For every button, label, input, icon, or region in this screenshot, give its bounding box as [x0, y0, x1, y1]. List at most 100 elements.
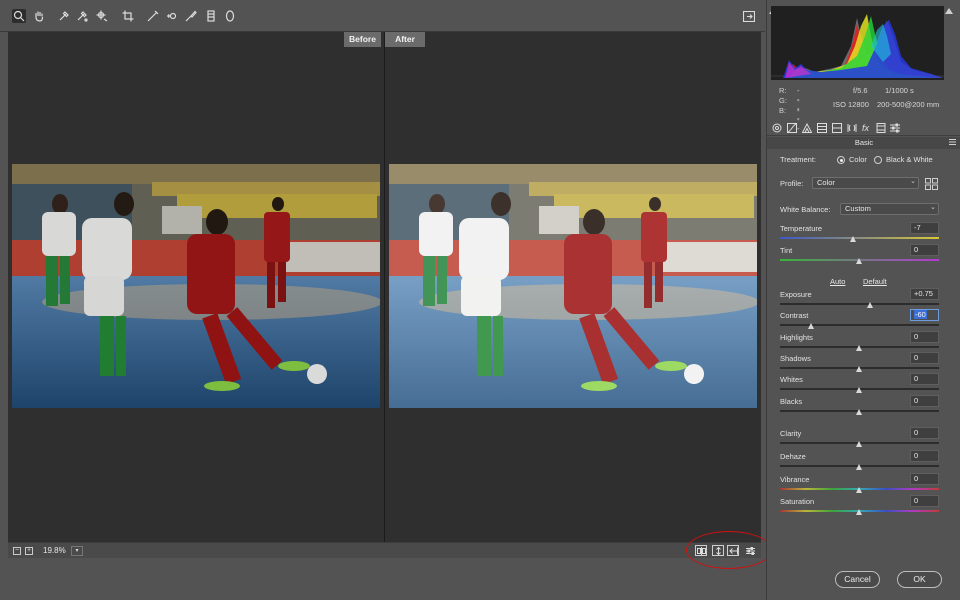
contrast-slider-track[interactable] — [780, 324, 939, 326]
white-balance-label: White Balance: — [780, 205, 831, 214]
exposure-slider-thumb[interactable] — [867, 302, 874, 308]
profile-label: Profile: — [780, 179, 804, 188]
before-photo[interactable] — [12, 164, 380, 408]
color-sampler-icon[interactable] — [75, 9, 89, 23]
section-title: Basic — [767, 137, 960, 149]
status-bar: − + 19.8% ▾ — [8, 542, 761, 558]
saturation-slider-thumb[interactable] — [856, 509, 862, 515]
whites-label: Whites — [780, 375, 803, 384]
ok-button[interactable]: OK — [897, 571, 942, 588]
treatment-color-label[interactable]: Color — [849, 155, 867, 164]
split-toning-icon[interactable] — [831, 122, 842, 133]
treatment-label: Treatment: — [780, 155, 816, 164]
image-preview: Before After — [8, 32, 761, 542]
tint-value[interactable]: 0 — [910, 244, 939, 256]
lens-corrections-icon[interactable] — [846, 122, 857, 133]
blacks-value[interactable]: 0 — [910, 395, 939, 407]
whites-value[interactable]: 0 — [910, 373, 939, 385]
zoom-in-button[interactable]: + — [25, 547, 33, 555]
dehaze-value[interactable]: 0 — [910, 450, 939, 462]
highlights-value[interactable]: 0 — [910, 331, 939, 343]
clarity-value[interactable]: 0 — [910, 427, 939, 439]
lens-value: 200-500@200 mm — [877, 100, 940, 109]
temperature-value[interactable]: -7 — [910, 222, 939, 234]
highlights-label: Highlights — [780, 333, 813, 342]
highlight-clipping-warning-icon[interactable] — [945, 8, 953, 14]
b-label: B: — [779, 106, 787, 115]
temperature-slider-thumb[interactable] — [849, 236, 856, 242]
straighten-icon[interactable] — [146, 9, 160, 23]
adjustments-panel: R: --- G: --- B: --- f/5.6 1/1000 s ISO 128… — [766, 0, 960, 600]
contrast-label: Contrast — [780, 311, 809, 320]
clarity-label: Clarity — [780, 429, 802, 438]
presets-icon[interactable] — [889, 122, 900, 133]
white-balance-select[interactable]: Custom ⌄ — [840, 203, 939, 215]
before-label[interactable]: Before — [344, 32, 381, 47]
vibrance-slider-thumb[interactable] — [856, 487, 862, 493]
treatment-color-radio[interactable] — [837, 156, 845, 164]
spot-removal-icon[interactable] — [165, 9, 179, 23]
auto-link[interactable]: Auto — [830, 277, 845, 286]
profile-select-value: Color — [817, 178, 835, 187]
vibrance-label: Vibrance — [780, 475, 810, 484]
panel-tabs: fx — [767, 120, 960, 136]
zoom-icon[interactable] — [12, 9, 26, 23]
tint-slider-thumb[interactable] — [856, 258, 862, 264]
exposure-slider-track[interactable] — [780, 303, 939, 305]
shadows-slider-thumb[interactable] — [856, 366, 862, 372]
cancel-button[interactable]: Cancel — [835, 571, 880, 588]
effects-icon[interactable]: fx — [860, 122, 871, 133]
iso-value: ISO 12800 — [833, 100, 869, 109]
exposure-value[interactable]: +0.75 — [910, 288, 939, 300]
whites-slider-thumb[interactable] — [856, 387, 862, 393]
after-label[interactable]: After — [385, 32, 425, 47]
clarity-slider-thumb[interactable] — [856, 441, 862, 447]
red-highlight-ellipse — [686, 531, 772, 569]
white-balance-value: Custom — [845, 204, 871, 213]
saturation-value[interactable]: 0 — [910, 495, 939, 507]
tool-bar — [0, 0, 765, 32]
blacks-label: Blacks — [780, 397, 803, 406]
default-link[interactable]: Default — [863, 277, 887, 286]
shadows-value[interactable]: 0 — [910, 352, 939, 364]
exif-readout: R: --- G: --- B: --- f/5.6 1/1000 s ISO 128… — [777, 84, 952, 133]
blacks-slider-thumb[interactable] — [856, 409, 862, 415]
temperature-slider-track[interactable] — [780, 237, 939, 239]
panel-menu-icon[interactable] — [949, 138, 956, 146]
contrast-slider-thumb[interactable] — [808, 323, 815, 329]
basic-icon[interactable] — [771, 122, 782, 133]
radial-filter-icon[interactable] — [223, 9, 237, 23]
histogram — [771, 6, 944, 80]
exposure-label: Exposure — [780, 290, 812, 299]
profile-select[interactable]: Color ⌄ — [812, 177, 919, 189]
graduated-filter-icon[interactable] — [204, 9, 218, 23]
fullscreen-toggle-icon[interactable] — [742, 10, 756, 23]
highlights-slider-thumb[interactable] — [856, 345, 862, 351]
tone-curve-icon[interactable] — [786, 122, 797, 133]
treatment-bw-label[interactable]: Black & White — [886, 155, 933, 164]
pane-divider — [384, 32, 385, 542]
shadows-label: Shadows — [780, 354, 811, 363]
hand-icon[interactable] — [32, 9, 46, 23]
profile-browser-icon[interactable] — [925, 178, 938, 190]
vibrance-value[interactable]: 0 — [910, 473, 939, 485]
camera-calibration-icon[interactable] — [875, 122, 886, 133]
aperture-value: f/5.6 — [853, 86, 868, 95]
zoom-out-button[interactable]: − — [13, 547, 21, 555]
shutter-value: 1/1000 s — [885, 86, 914, 95]
crop-icon[interactable] — [121, 9, 135, 23]
after-photo[interactable] — [389, 164, 757, 408]
g-label: G: — [779, 96, 787, 105]
zoom-dropdown-button[interactable]: ▾ — [71, 546, 83, 556]
contrast-value[interactable]: -60 — [910, 309, 939, 321]
white-balance-icon[interactable] — [57, 9, 71, 23]
zoom-level: 19.8% — [43, 546, 66, 555]
treatment-bw-radio[interactable] — [874, 156, 882, 164]
dehaze-slider-thumb[interactable] — [856, 464, 862, 470]
dehaze-label: Dehaze — [780, 452, 806, 461]
red-eye-icon[interactable] — [184, 9, 198, 23]
targeted-adjustment-icon[interactable] — [95, 9, 109, 23]
hsl-icon[interactable] — [816, 122, 827, 133]
tint-label: Tint — [780, 246, 793, 255]
detail-icon[interactable] — [801, 122, 812, 133]
